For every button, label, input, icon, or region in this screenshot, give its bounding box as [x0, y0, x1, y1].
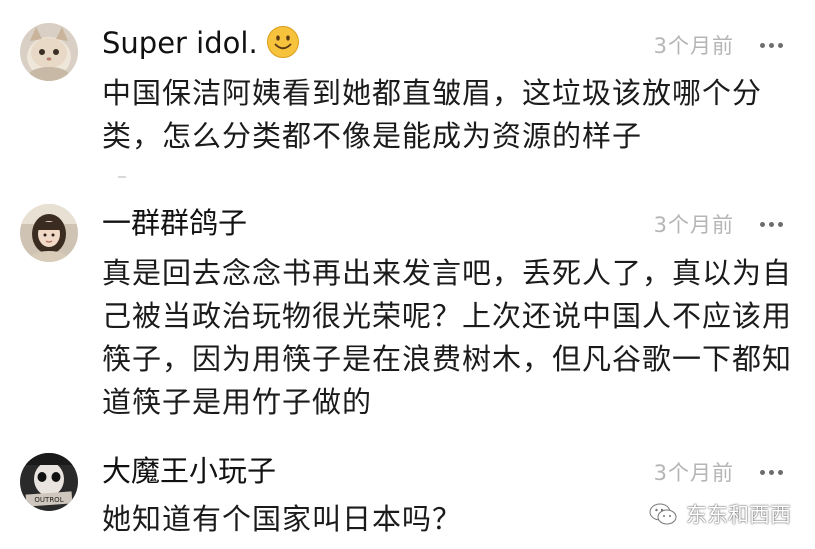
- username[interactable]: 一群群鸽子: [102, 206, 247, 240]
- username[interactable]: Super idol.: [102, 25, 300, 60]
- comment-meta: 3个月前: [654, 209, 783, 239]
- comment-meta: 3个月前: [654, 457, 783, 487]
- comment-meta: 3个月前: [654, 30, 783, 60]
- username-text: Super idol.: [102, 26, 258, 60]
- comment-text: 真是回去念念书再出来发言吧，丢死人了，真以为自己被当政治玩物很光荣呢？上次还说中…: [102, 256, 793, 419]
- more-options-icon[interactable]: [760, 42, 783, 48]
- divider: [118, 176, 126, 178]
- avatar[interactable]: [20, 204, 78, 262]
- smiley-emoji-icon: [266, 26, 299, 58]
- avatar[interactable]: OUTROL: [20, 453, 78, 511]
- timestamp: 3个月前: [653, 34, 734, 58]
- timestamp: 3个月前: [653, 213, 734, 237]
- watermark: 东东和西西: [648, 499, 791, 529]
- more-options-icon[interactable]: [760, 221, 783, 227]
- avatar[interactable]: [20, 23, 78, 81]
- username[interactable]: 大魔王小玩子: [102, 454, 276, 488]
- timestamp: 3个月前: [653, 461, 734, 485]
- wechat-icon: [649, 503, 677, 525]
- watermark-text: 东东和西西: [686, 503, 791, 527]
- more-options-icon[interactable]: [760, 469, 783, 475]
- svg-text:OUTROL: OUTROL: [34, 496, 63, 504]
- comment-text: 中国保洁阿姨看到她都直皱眉，这垃圾该放哪个分类，怎么分类都不像是能成为资源的样子: [102, 76, 763, 153]
